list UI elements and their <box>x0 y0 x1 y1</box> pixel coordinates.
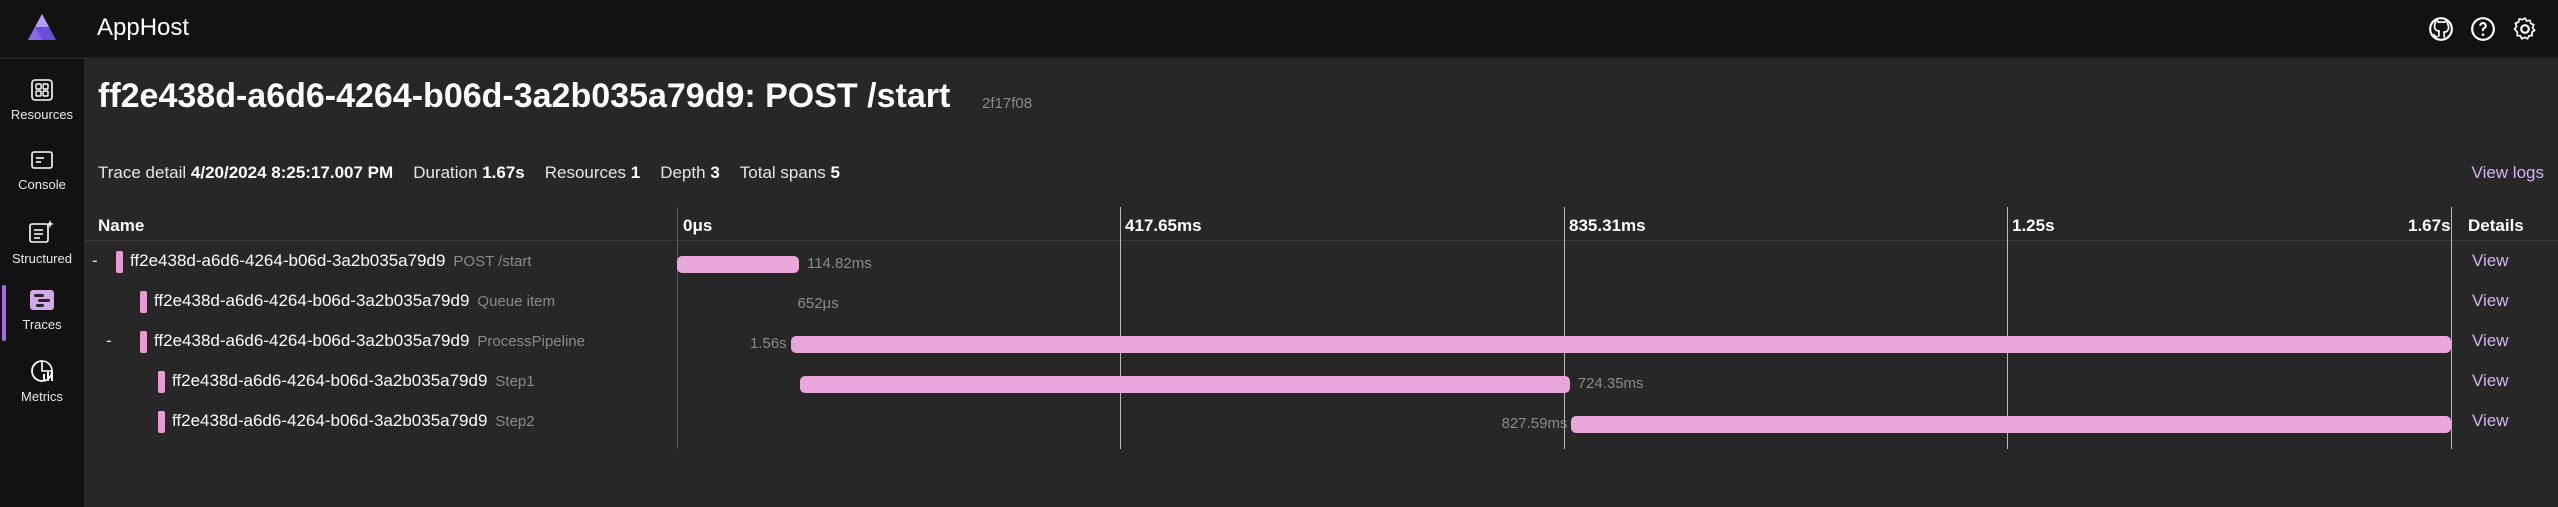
trace-summary: Trace detail 4/20/2024 8:25:17.007 PM Du… <box>98 163 840 183</box>
nav-item-metrics[interactable]: Metrics <box>0 347 84 411</box>
grid-header: Name 0μs 417.65ms 835.31ms 1.25s 1.67s D… <box>84 207 2558 241</box>
view-details-link[interactable]: View <box>2472 411 2509 431</box>
trace-grid: Name 0μs 417.65ms 835.31ms 1.25s 1.67s D… <box>84 207 2558 507</box>
summary-resources: Resources 1 <box>544 163 641 182</box>
span-duration-label: 724.35ms <box>1577 375 1644 392</box>
view-details-link[interactable]: View <box>2472 251 2509 271</box>
span-name[interactable]: ff2e438d-a6d6-4264-b06d-3a2b035a79d9 POST… <box>130 251 532 271</box>
span-duration-label: 1.56s <box>749 335 787 352</box>
span-name[interactable]: ff2e438d-a6d6-4264-b06d-3a2b035a79d9 Proc… <box>154 331 585 351</box>
resource-color-marker <box>116 251 123 273</box>
tick-label: 1.25s <box>2012 216 2055 235</box>
span-operation: Step1 <box>495 373 535 390</box>
nav-label-console: Console <box>18 177 66 192</box>
trace-span-row[interactable]: - ff2e438d-a6d6-4264-b06d-3a2b035a79d9 POS… <box>84 241 2558 281</box>
nav-item-console[interactable]: Console <box>0 137 84 201</box>
span-duration-bar[interactable] <box>1571 416 2451 433</box>
view-logs-link[interactable]: View logs <box>2472 163 2544 183</box>
top-icons <box>2426 14 2540 44</box>
help-icon[interactable] <box>2468 14 2498 44</box>
span-duration-label: 114.82ms <box>806 255 872 272</box>
name-column-header: Name <box>98 216 145 235</box>
resource-color-marker <box>140 291 147 313</box>
resource-color-marker <box>158 411 165 433</box>
view-details-link[interactable]: View <box>2472 331 2509 351</box>
span-id: ff2e438d-a6d6-4264-b06d-3a2b035a79d9 <box>172 411 488 430</box>
view-details-link[interactable]: View <box>2472 291 2509 311</box>
span-operation: ProcessPipeline <box>477 333 585 350</box>
span-id: ff2e438d-a6d6-4264-b06d-3a2b035a79d9 <box>130 251 446 270</box>
summary-total-spans: Total spans 5 <box>739 163 840 182</box>
span-duration-bar[interactable] <box>677 256 799 273</box>
span-duration-bar[interactable] <box>800 376 1570 393</box>
span-operation: POST /start <box>453 253 532 270</box>
span-name[interactable]: ff2e438d-a6d6-4264-b06d-3a2b035a79d9 Step… <box>172 411 535 431</box>
span-duration-bar[interactable] <box>790 336 2451 353</box>
trace-span-row[interactable]: ff2e438d-a6d6-4264-b06d-3a2b035a79d9 Step… <box>84 401 2558 441</box>
span-duration-label: 652μs <box>797 295 839 312</box>
span-duration-label: 827.59ms <box>1501 415 1568 432</box>
summary-trace-detail: Trace detail 4/20/2024 8:25:17.007 PM <box>98 163 394 182</box>
settings-icon[interactable] <box>2510 14 2540 44</box>
side-nav: Resources Console Structured Traces Metr… <box>0 59 84 507</box>
span-operation: Step2 <box>495 413 535 430</box>
nav-item-resources[interactable]: Resources <box>0 67 84 131</box>
tick-label: 0μs <box>683 216 713 235</box>
summary-depth: Depth 3 <box>660 163 720 182</box>
trace-short-id: 2f17f08 <box>982 95 1033 112</box>
nav-label-metrics: Metrics <box>21 389 63 404</box>
summary-duration: Duration 1.67s <box>413 163 525 182</box>
collapse-toggle[interactable]: - <box>92 251 98 271</box>
span-name[interactable]: ff2e438d-a6d6-4264-b06d-3a2b035a79d9 Step… <box>172 371 535 391</box>
github-icon[interactable] <box>2426 14 2456 44</box>
traces-icon <box>30 290 54 310</box>
span-name[interactable]: ff2e438d-a6d6-4264-b06d-3a2b035a79d9 Queu… <box>154 291 555 311</box>
tick-label: 1.67s <box>2408 216 2451 235</box>
span-id: ff2e438d-a6d6-4264-b06d-3a2b035a79d9 <box>154 331 470 350</box>
page-title: ff2e438d-a6d6-4264-b06d-3a2b035a79d9: PO… <box>98 77 951 115</box>
span-id: ff2e438d-a6d6-4264-b06d-3a2b035a79d9 <box>172 371 488 390</box>
span-id: ff2e438d-a6d6-4264-b06d-3a2b035a79d9 <box>154 291 470 310</box>
nav-label-traces: Traces <box>22 317 62 332</box>
tick-label: 417.65ms <box>1125 216 1202 235</box>
console-icon <box>31 151 53 169</box>
apphost-logo-icon[interactable] <box>26 12 58 44</box>
span-operation: Queue item <box>477 293 555 310</box>
trace-span-row[interactable]: ff2e438d-a6d6-4264-b06d-3a2b035a79d9 Queu… <box>84 281 2558 321</box>
main-content: ff2e438d-a6d6-4264-b06d-3a2b035a79d9: PO… <box>84 59 2558 507</box>
nav-label-resources: Resources <box>10 107 74 122</box>
trace-span-row[interactable]: ff2e438d-a6d6-4264-b06d-3a2b035a79d9 Step… <box>84 361 2558 401</box>
resource-color-marker <box>158 371 165 393</box>
metrics-icon <box>31 360 53 382</box>
nav-item-traces[interactable]: Traces <box>0 277 84 341</box>
details-column-header: Details <box>2468 216 2524 235</box>
top-bar: AppHost <box>0 0 2558 58</box>
app-title[interactable]: AppHost <box>97 14 189 42</box>
resources-icon <box>31 79 53 101</box>
nav-label-structured: Structured <box>12 251 72 266</box>
collapse-toggle[interactable]: - <box>106 331 112 351</box>
structured-icon <box>29 220 54 243</box>
view-details-link[interactable]: View <box>2472 371 2509 391</box>
resource-color-marker <box>140 331 147 353</box>
trace-span-row[interactable]: - ff2e438d-a6d6-4264-b06d-3a2b035a79d9 Pro… <box>84 321 2558 361</box>
nav-item-structured[interactable]: Structured <box>0 207 84 271</box>
tick-label: 835.31ms <box>1569 216 1646 235</box>
